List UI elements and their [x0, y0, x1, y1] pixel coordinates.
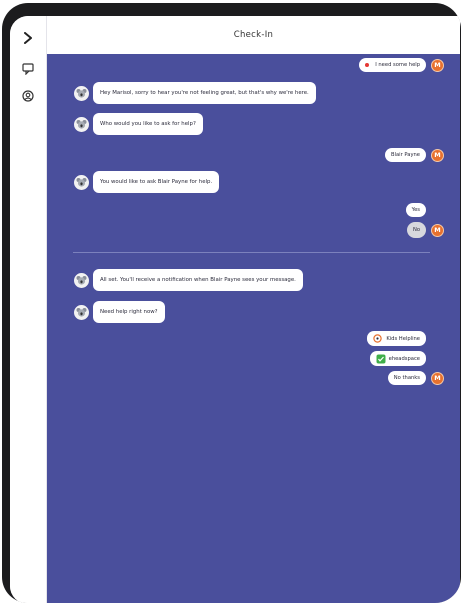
bot-message: All set. You'll receive a notification w… — [74, 269, 303, 291]
user-message: I need some help M — [359, 58, 444, 72]
user-message: Blair Payne M — [384, 148, 444, 162]
sidebar — [10, 16, 47, 603]
selected-reply: No M — [406, 222, 444, 238]
reply-row: No thanks M — [387, 371, 444, 385]
user-avatar: M — [431, 223, 444, 237]
option-label: Kids Helpline — [386, 335, 420, 342]
bot-message: Hey Marisol, sorry to hear you're not fe… — [74, 82, 316, 104]
yes-option-button[interactable]: Yes — [405, 203, 426, 217]
message-bubble: Blair Payne — [384, 148, 426, 162]
bot-message: You would like to ask Blair Payne for he… — [74, 171, 220, 193]
koala-avatar-icon — [74, 272, 89, 288]
koala-avatar-icon — [74, 116, 89, 132]
user-avatar: M — [431, 58, 444, 72]
koala-avatar-icon — [74, 304, 89, 320]
message-bubble: You would like to ask Blair Payne for he… — [93, 171, 220, 193]
kids-helpline-icon — [373, 334, 383, 343]
quick-reply-group: Kids Helpline eheadspace No thanks M — [367, 331, 444, 385]
message-bubble: All set. You'll receive a notification w… — [93, 269, 303, 291]
eheadspace-icon — [376, 354, 386, 363]
chat-panel: I need some help M Hey Marisol, sorry to… — [47, 54, 460, 603]
koala-avatar-icon — [74, 85, 89, 101]
divider — [73, 252, 430, 253]
message-text: I need some help — [375, 62, 420, 68]
tablet-frame: Check-In I need some help M Hey Marisol,… — [2, 3, 461, 603]
quick-reply-group: Yes No M — [405, 203, 444, 238]
status-dot — [365, 63, 370, 67]
message-bubble: Need help right now? — [93, 301, 165, 323]
koala-avatar-icon — [74, 174, 89, 190]
page-title: Check-In — [233, 30, 274, 40]
chevron-right-icon[interactable] — [19, 29, 37, 47]
no-option-button[interactable]: No — [406, 222, 426, 238]
bot-message: Who would you like to ask for help? — [74, 113, 203, 135]
no-thanks-button[interactable]: No thanks — [387, 371, 426, 385]
header-bar: Check-In — [47, 16, 460, 54]
message-bubble: Hey Marisol, sorry to hear you're not fe… — [93, 82, 316, 104]
app-screen: Check-In I need some help M Hey Marisol,… — [10, 16, 460, 603]
user-avatar: M — [431, 148, 444, 162]
chat-icon[interactable] — [19, 60, 37, 78]
kids-helpline-button[interactable]: Kids Helpline — [367, 331, 426, 346]
profile-icon[interactable] — [19, 87, 37, 105]
bot-message: Need help right now? — [74, 301, 165, 323]
message-bubble: Who would you like to ask for help? — [93, 113, 203, 135]
message-bubble: I need some help — [359, 58, 426, 72]
eheadspace-button[interactable]: eheadspace — [369, 351, 426, 366]
user-avatar: M — [431, 371, 444, 385]
option-label: eheadspace — [388, 355, 420, 362]
